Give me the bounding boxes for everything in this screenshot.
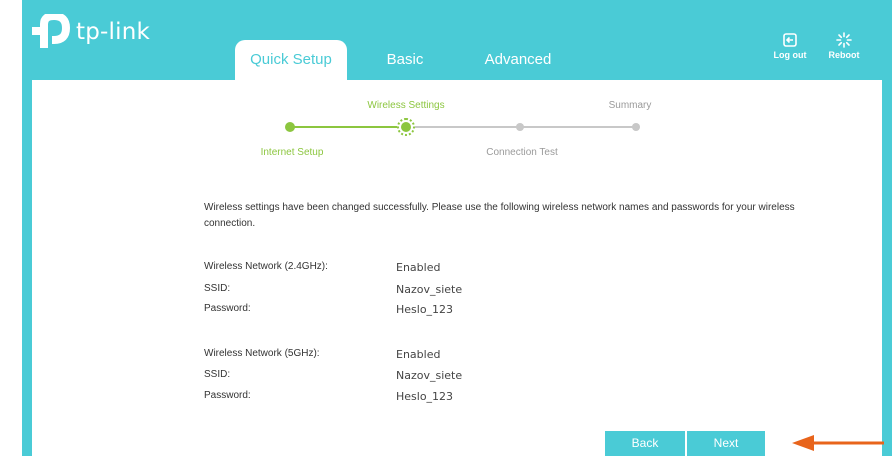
network-24-band-value: Enabled [396, 261, 441, 274]
network-24-ssid-value: Nazov_siete [396, 283, 463, 296]
network-24-password-label: Password: [204, 303, 251, 314]
step-label-summary: Summary [608, 100, 652, 111]
next-button[interactable]: Next [687, 431, 765, 456]
step-dot-connection-test [516, 123, 524, 131]
step-dot-internet-setup [285, 122, 295, 132]
network-5-ssid-value: Nazov_siete [396, 369, 463, 382]
step-label-connection-test: Connection Test [486, 147, 558, 158]
network-5-password-label: Password: [204, 390, 251, 401]
network-5-ssid-label: SSID: [204, 369, 231, 380]
step-dot-summary [632, 123, 640, 131]
annotation-arrow-icon [792, 435, 884, 451]
back-button[interactable]: Back [605, 431, 685, 456]
network-24-ssid-label: SSID: [204, 283, 231, 294]
network-24-band-label: Wireless Network (2.4GHz): [204, 261, 328, 272]
step-label-wireless-settings: Wireless Settings [367, 100, 445, 111]
success-message: Wireless settings have been changed succ… [204, 202, 795, 229]
network-5-password-value: Heslo_123 [396, 390, 454, 403]
network-5-band-label: Wireless Network (5GHz): [204, 348, 320, 359]
step-dot-wireless-settings-inner [401, 122, 411, 132]
network-24-password-value: Heslo_123 [396, 303, 454, 316]
progress-line-done [290, 126, 406, 128]
step-label-internet-setup: Internet Setup [260, 147, 324, 158]
wizard-progress: Wireless Settings Summary Internet Setup… [0, 0, 892, 170]
network-5-band-value: Enabled [396, 348, 441, 361]
